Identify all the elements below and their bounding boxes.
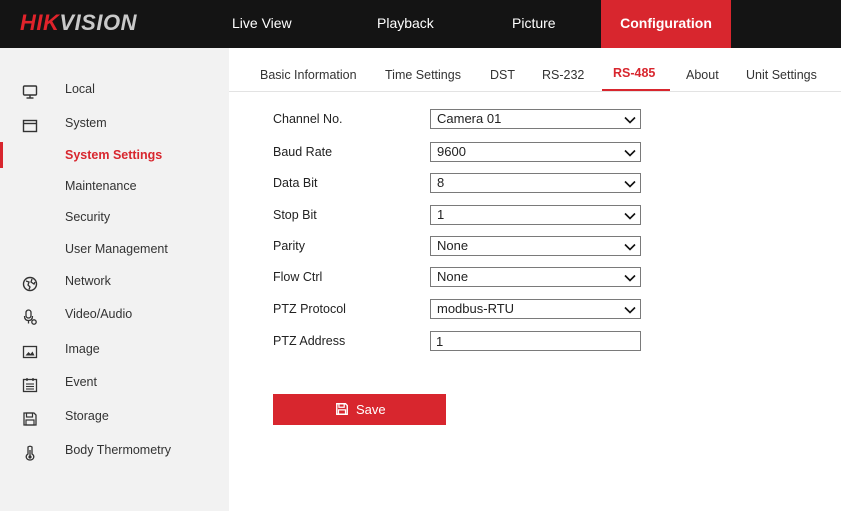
- chevron-down-icon: [624, 271, 636, 283]
- form-row-data-bit: Data Bit 8: [273, 173, 673, 193]
- chevron-down-icon: [624, 146, 636, 158]
- tab-rs-232[interactable]: RS-232: [542, 68, 584, 82]
- sidebar-item-storage[interactable]: Storage: [0, 401, 229, 431]
- baud-rate-select[interactable]: 9600: [430, 142, 641, 162]
- ptz-address-label: PTZ Address: [273, 334, 346, 348]
- sidebar-item-body-thermometry[interactable]: Body Thermometry: [0, 435, 229, 465]
- tab-time-settings[interactable]: Time Settings: [385, 68, 461, 82]
- sidebar-item-video-audio[interactable]: Video/Audio: [0, 299, 229, 329]
- sidebar-item-label: Local: [65, 82, 95, 96]
- ptz-protocol-label: PTZ Protocol: [273, 302, 346, 316]
- monitor-icon: [22, 81, 38, 99]
- stop-bit-select[interactable]: 1: [430, 205, 641, 225]
- tab-dst[interactable]: DST: [490, 68, 515, 82]
- sidebar-item-image[interactable]: Image: [0, 334, 229, 364]
- channel-label: Channel No.: [273, 112, 343, 126]
- sidebar-item-system[interactable]: System: [0, 108, 229, 138]
- globe-icon: [22, 273, 38, 292]
- sidebar-item-security[interactable]: Security: [0, 202, 229, 232]
- nav-tab-picture[interactable]: Picture: [512, 0, 572, 48]
- chevron-down-icon: [624, 177, 636, 189]
- active-tab-indicator: [602, 89, 670, 91]
- channel-select-value: Camera 01: [437, 111, 502, 126]
- sidebar-item-label: Video/Audio: [65, 307, 133, 321]
- flow-ctrl-label: Flow Ctrl: [273, 270, 323, 284]
- stop-bit-select-value: 1: [437, 207, 445, 222]
- save-button[interactable]: Save: [273, 394, 446, 425]
- sidebar-item-label: Body Thermometry: [65, 443, 172, 457]
- form-row-channel: Channel No. Camera 01: [273, 109, 673, 129]
- save-button-label: Save: [356, 402, 386, 417]
- chevron-down-icon: [624, 209, 636, 221]
- floppy-disk-icon: [22, 408, 38, 426]
- sidebar-item-network[interactable]: Network: [0, 266, 229, 296]
- form-row-stop-bit: Stop Bit 1: [273, 205, 673, 225]
- data-bit-select[interactable]: 8: [430, 173, 641, 193]
- form-row-baud-rate: Baud Rate 9600: [273, 142, 673, 162]
- form-row-ptz-address: PTZ Address: [273, 331, 673, 351]
- tab-rs-485[interactable]: RS-485: [613, 66, 655, 80]
- sidebar: Local System System Settings Maintenance…: [0, 48, 229, 511]
- logo-text-hik: HIK: [20, 10, 60, 35]
- floppy-disk-icon: [335, 402, 349, 416]
- baud-rate-select-value: 9600: [437, 144, 466, 159]
- ptz-address-input[interactable]: [430, 331, 641, 351]
- baud-rate-label: Baud Rate: [273, 145, 333, 159]
- nav-tab-live-view[interactable]: Live View: [232, 0, 312, 48]
- form-row-ptz-protocol: PTZ Protocol modbus-RTU: [273, 299, 673, 319]
- sidebar-item-label: Network: [65, 274, 111, 288]
- nav-tab-configuration[interactable]: Configuration: [601, 0, 731, 48]
- sidebar-item-local[interactable]: Local: [0, 74, 229, 104]
- tab-basic-information[interactable]: Basic Information: [260, 68, 357, 82]
- flow-ctrl-select-value: None: [437, 269, 469, 284]
- logo-text-vision: VISION: [59, 10, 137, 35]
- stop-bit-label: Stop Bit: [273, 208, 317, 222]
- parity-select-value: None: [437, 238, 469, 253]
- top-navigation-bar: HIKVISION Live View Playback Picture Con…: [0, 0, 841, 48]
- ptz-protocol-select-value: modbus-RTU: [437, 301, 515, 316]
- tab-about[interactable]: About: [686, 68, 719, 82]
- sidebar-item-label: System: [65, 116, 107, 130]
- window-icon: [22, 115, 38, 133]
- tab-unit-settings[interactable]: Unit Settings: [746, 68, 817, 82]
- sidebar-item-label: System Settings: [65, 148, 163, 162]
- chevron-down-icon: [624, 113, 636, 125]
- sidebar-item-system-settings[interactable]: System Settings: [0, 140, 229, 170]
- data-bit-select-value: 8: [437, 175, 445, 190]
- image-icon: [22, 341, 38, 359]
- thermometer-icon: [22, 442, 38, 461]
- sidebar-item-label: Maintenance: [65, 179, 137, 193]
- hikvision-logo: HIKVISION: [20, 10, 137, 36]
- sidebar-item-label: User Management: [65, 242, 168, 256]
- sidebar-item-label: Image: [65, 342, 100, 356]
- flow-ctrl-select[interactable]: None: [430, 267, 641, 287]
- channel-select[interactable]: Camera 01: [430, 109, 641, 129]
- form-row-parity: Parity None: [273, 236, 673, 256]
- nav-tab-playback[interactable]: Playback: [377, 0, 457, 48]
- parity-label: Parity: [273, 239, 305, 253]
- sidebar-item-event[interactable]: Event: [0, 367, 229, 397]
- microphone-icon: [22, 306, 38, 325]
- form-row-flow-ctrl: Flow Ctrl None: [273, 267, 673, 287]
- sidebar-item-maintenance[interactable]: Maintenance: [0, 171, 229, 201]
- parity-select[interactable]: None: [430, 236, 641, 256]
- ptz-protocol-select[interactable]: modbus-RTU: [430, 299, 641, 319]
- calendar-icon: [22, 374, 38, 393]
- sidebar-item-label: Event: [65, 375, 97, 389]
- sidebar-item-user-management[interactable]: User Management: [0, 234, 229, 264]
- sidebar-item-label: Security: [65, 210, 111, 224]
- subtab-bar: Basic Information Time Settings DST RS-2…: [229, 48, 841, 92]
- sidebar-item-label: Storage: [65, 409, 109, 423]
- chevron-down-icon: [624, 240, 636, 252]
- chevron-down-icon: [624, 303, 636, 315]
- data-bit-label: Data Bit: [273, 176, 318, 190]
